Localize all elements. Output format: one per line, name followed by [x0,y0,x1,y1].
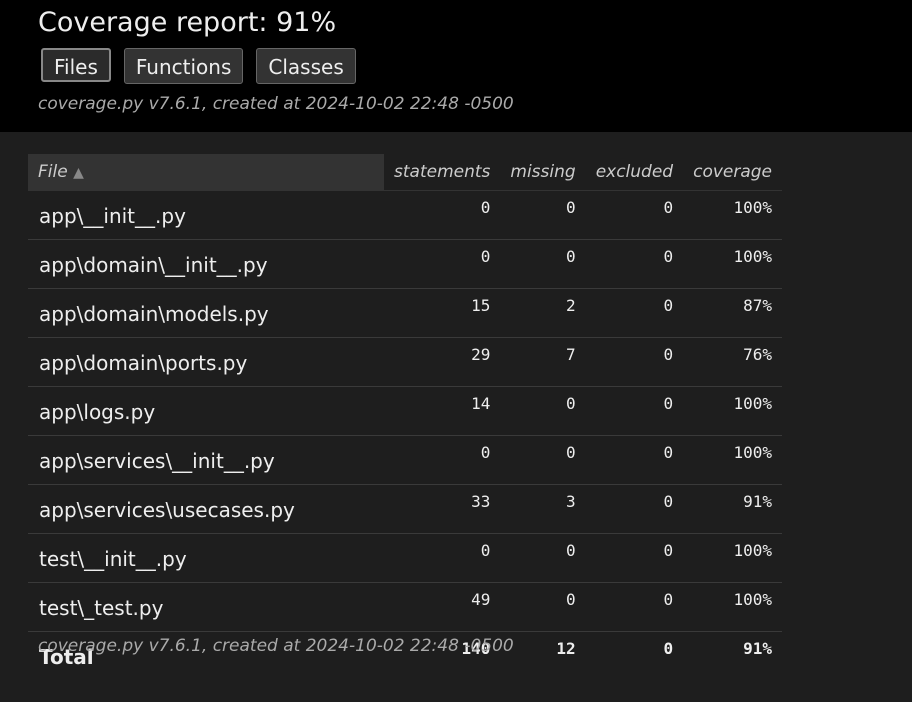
missing-cell: 0 [500,239,586,289]
statements-cell: 14 [384,386,501,436]
header-meta: coverage.py v7.6.1, created at 2024-10-0… [38,94,514,114]
coverage-table: File ▲ statements missing excluded cover… [28,154,783,680]
column-header-excluded[interactable]: excluded [585,154,684,191]
excluded-cell: 0 [585,190,684,240]
file-link[interactable]: test\__init__.py [28,533,384,583]
file-link[interactable]: test\_test.py [28,582,384,632]
table-header-row: File ▲ statements missing excluded cover… [28,154,783,191]
coverage-cell: 100% [683,582,783,632]
missing-cell: 0 [500,190,586,240]
coverage-cell: 91% [683,484,783,534]
excluded-cell: 0 [585,239,684,289]
excluded-cell: 0 [585,484,684,534]
file-link[interactable]: app\logs.py [28,386,384,436]
table-row: app\domain\ports.py 29 7 0 76% [28,337,783,387]
table-row: app\__init__.py 0 0 0 100% [28,190,783,240]
file-link[interactable]: app\domain\models.py [28,288,384,338]
coverage-cell: 100% [683,190,783,240]
column-header-statements[interactable]: statements [384,154,501,191]
coverage-cell: 100% [683,435,783,485]
page-title: Coverage report: 91% [38,7,337,38]
table-row: app\services\__init__.py 0 0 0 100% [28,435,783,485]
column-header-file[interactable]: File ▲ [28,154,384,191]
statements-cell: 33 [384,484,501,534]
statements-cell: 29 [384,337,501,387]
footer-meta: coverage.py v7.6.1, created at 2024-10-0… [38,636,514,656]
excluded-cell: 0 [585,435,684,485]
coverage-cell: 100% [683,386,783,436]
file-link[interactable]: app\domain\ports.py [28,337,384,387]
coverage-cell: 87% [683,288,783,338]
classes-button[interactable]: Classes [256,48,356,84]
excluded-cell: 0 [585,582,684,632]
file-link[interactable]: app\services\usecases.py [28,484,384,534]
file-link[interactable]: app\domain\__init__.py [28,239,384,289]
missing-cell: 0 [500,435,586,485]
table-row: app\domain\models.py 15 2 0 87% [28,288,783,338]
report-header: Coverage report: 91% Files Functions Cla… [0,0,912,132]
statements-cell: 0 [384,190,501,240]
file-header-label: File [38,162,68,182]
excluded-cell: 0 [585,386,684,436]
functions-button[interactable]: Functions [123,48,244,84]
total-excluded: 0 [663,639,674,658]
missing-cell: 3 [500,484,586,534]
missing-cell: 0 [500,582,586,632]
table-row: app\logs.py 14 0 0 100% [28,386,783,436]
statements-cell: 15 [384,288,501,338]
missing-cell: 0 [500,533,586,583]
table-body: app\__init__.py 0 0 0 100% app\domain\__init_… [28,190,783,632]
excluded-cell: 0 [585,288,684,338]
coverage-cell: 100% [683,533,783,583]
file-link[interactable]: app\__init__.py [28,190,384,240]
missing-cell: 0 [500,386,586,436]
missing-cell: 2 [500,288,586,338]
statements-cell: 0 [384,533,501,583]
column-header-missing[interactable]: missing [500,154,586,191]
total-coverage: 91% [743,639,773,658]
coverage-cell: 76% [683,337,783,387]
excluded-cell: 0 [585,533,684,583]
table-row: app\services\usecases.py 33 3 0 91% [28,484,783,534]
statements-cell: 0 [384,435,501,485]
files-button[interactable]: Files [41,48,111,82]
view-buttons: Files Functions Classes [41,48,356,84]
statements-cell: 0 [384,239,501,289]
excluded-cell: 0 [585,337,684,387]
statements-cell: 49 [384,582,501,632]
column-header-coverage[interactable]: coverage [683,154,783,191]
file-link[interactable]: app\services\__init__.py [28,435,384,485]
sort-ascending-icon: ▲ [73,165,84,181]
table-row: test\__init__.py 0 0 0 100% [28,533,783,583]
table-row: test\_test.py 49 0 0 100% [28,582,783,632]
table-row: app\domain\__init__.py 0 0 0 100% [28,239,783,289]
coverage-cell: 100% [683,239,783,289]
missing-cell: 7 [500,337,586,387]
